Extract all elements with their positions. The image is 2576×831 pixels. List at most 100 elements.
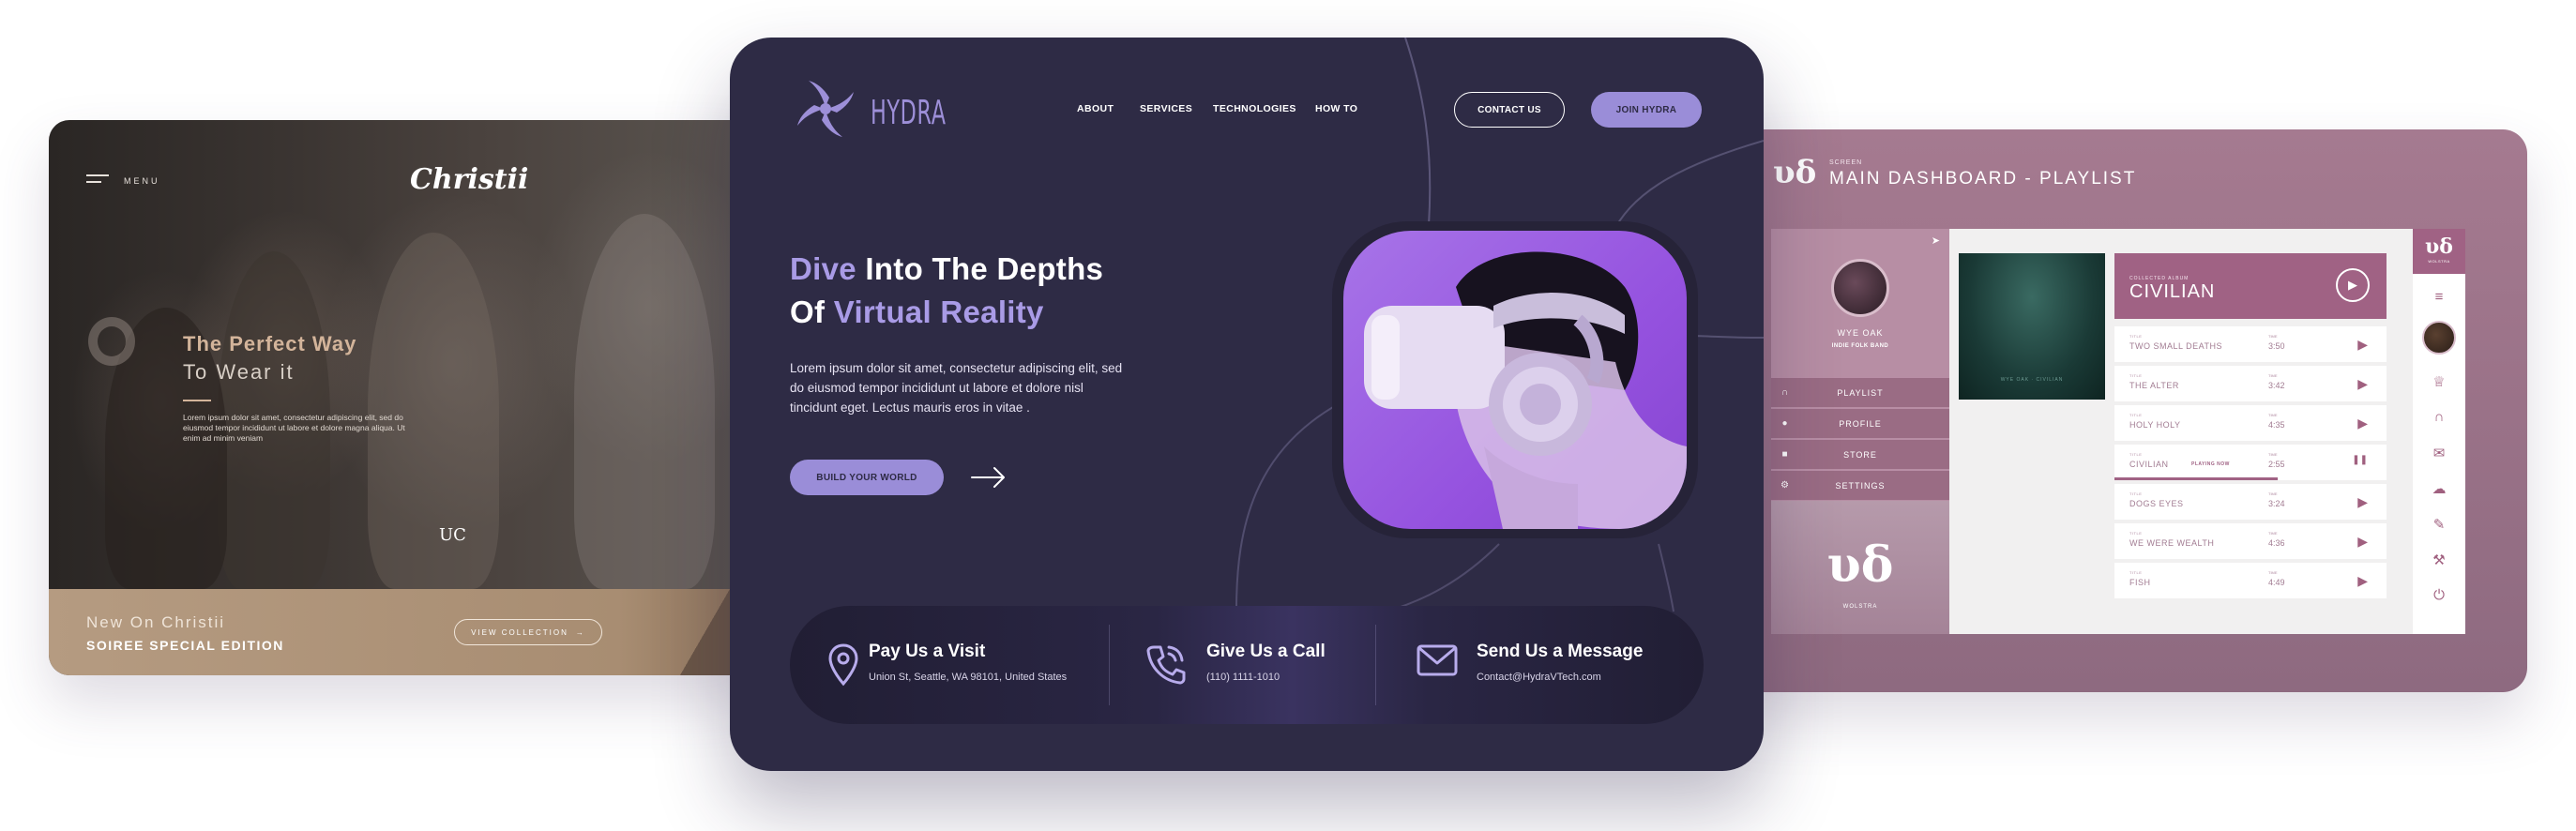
- track-row[interactable]: TITLE TWO SMALL DEATHS TIME 3:50 ▶: [2114, 326, 2387, 362]
- track-title-label: TITLE: [2129, 373, 2143, 378]
- gears-icon: ⚙: [1780, 480, 1790, 491]
- wrench-icon[interactable]: ⚒: [2413, 551, 2465, 568]
- play-circle-icon[interactable]: ▶: [2336, 268, 2370, 302]
- dashboard-preview-card: υδ SCREEN MAIN DASHBOARD - PLAYLIST ➤ WY…: [1726, 129, 2527, 692]
- vr-headset-image: [1343, 231, 1687, 529]
- track-time: 4:36: [2268, 538, 2285, 548]
- sidebar-item-profile[interactable]: ● PROFILE: [1771, 408, 1949, 438]
- play-icon[interactable]: ▶: [2357, 534, 2368, 550]
- power-icon[interactable]: ⏻: [2413, 587, 2465, 603]
- track-progress-bar[interactable]: [2114, 477, 2278, 480]
- sidebar-item-label: PROFILE: [1839, 418, 1882, 429]
- track-row[interactable]: TITLE HOLY HOLY TIME 4:35 ▶: [2114, 405, 2387, 441]
- track-title-label: TITLE: [2129, 334, 2143, 339]
- now-playing-title: CIVILIAN: [2129, 281, 2216, 302]
- menu-label[interactable]: MENU: [124, 176, 160, 186]
- play-icon[interactable]: ▶: [2357, 337, 2368, 353]
- microphone-icon: ●: [1781, 418, 1789, 429]
- nav-about[interactable]: ABOUT: [1077, 103, 1114, 114]
- artist-subtitle: INDIE FOLK BAND: [1831, 343, 1889, 349]
- monogram-logo: UC: [439, 525, 466, 545]
- contact-detail: Contact@HydraVTech.com: [1477, 672, 1601, 683]
- contact-detail: Union St, Seattle, WA 98101, United Stat…: [869, 672, 1068, 683]
- christii-logo[interactable]: Christii: [410, 163, 528, 196]
- hero-title-text: Into The Depths: [856, 251, 1104, 286]
- hamburger-icon[interactable]: ≡: [2413, 289, 2465, 305]
- banner-title: SOIREE SPECIAL EDITION: [86, 638, 284, 653]
- track-row[interactable]: TITLE FISH TIME 4:49 ▶: [2114, 563, 2387, 598]
- artist-avatar[interactable]: [1831, 259, 1889, 317]
- artist-name: WYE OAK: [1837, 328, 1884, 338]
- hero-description: Lorem ipsum dolor sit amet, consectetur …: [183, 413, 405, 443]
- track-time-label: TIME: [2268, 452, 2278, 457]
- contact-message[interactable]: Send Us a Message Contact@HydraVTech.com: [1375, 606, 1704, 724]
- wolstra-logo-icon: υδ: [1773, 154, 1817, 191]
- divider: [183, 400, 211, 401]
- track-row[interactable]: TITLE WE WERE WEALTH TIME 4:36 ▶: [2114, 523, 2387, 559]
- track-time: 2:55: [2268, 460, 2285, 469]
- track-row[interactable]: TITLE THE ALTER TIME 3:42 ▶: [2114, 366, 2387, 401]
- now-playing-header: COLLECTED ALBUM CIVILIAN ▶: [2114, 253, 2387, 319]
- join-hydra-button[interactable]: JOIN HYDRA: [1591, 92, 1702, 128]
- rail-logo[interactable]: υδ WOLSTRA: [2413, 229, 2465, 274]
- track-time-label: TIME: [2268, 413, 2278, 417]
- hamburger-menu-icon[interactable]: [86, 174, 109, 188]
- pause-icon[interactable]: ❚❚: [2352, 455, 2368, 465]
- arrow-right-icon[interactable]: [970, 465, 1008, 490]
- hydra-logo[interactable]: HYDRA: [788, 71, 946, 151]
- track-title: WE WERE WEALTH: [2129, 538, 2215, 548]
- nav-services[interactable]: SERVICES: [1140, 103, 1192, 114]
- view-collection-button[interactable]: VIEW COLLECTION →: [454, 619, 602, 645]
- location-pin-icon: [828, 643, 858, 687]
- user-avatar[interactable]: [2422, 321, 2456, 355]
- arrow-right-icon: →: [575, 627, 585, 637]
- track-row[interactable]: TITLE CIVILIAN PLAYING NOW TIME 2:55 ❚❚: [2114, 445, 2387, 480]
- play-icon[interactable]: ▶: [2357, 494, 2368, 510]
- brand-label: WOLSTRA: [1842, 604, 1878, 610]
- play-icon[interactable]: ▶: [2357, 416, 2368, 431]
- decorative-letter: [88, 317, 135, 366]
- collection-banner: New On Christii SOIREE SPECIAL EDITION V…: [49, 589, 762, 675]
- sidebar-item-settings[interactable]: ⚙ SETTINGS: [1771, 470, 1949, 500]
- album-cover[interactable]: WYE OAK · CIVILIAN: [1959, 253, 2105, 400]
- christii-preview-card: MENU Christii The Perfect Way To Wear it…: [49, 120, 762, 675]
- pin-icon[interactable]: ➤: [1932, 234, 1940, 247]
- contact-title: Pay Us a Visit: [869, 642, 986, 661]
- weather-icon[interactable]: ☁: [2413, 480, 2465, 497]
- headphones-icon[interactable]: ∩: [2413, 409, 2465, 425]
- contact-visit[interactable]: Pay Us a Visit Union St, Seattle, WA 981…: [790, 606, 1109, 724]
- sidebar-item-store[interactable]: ■ STORE: [1771, 439, 1949, 469]
- play-icon[interactable]: ▶: [2357, 573, 2368, 589]
- contact-title: Send Us a Message: [1477, 642, 1644, 661]
- sidebar-item-label: SETTINGS: [1835, 480, 1886, 491]
- hero-title-line-1: The Perfect Way: [183, 332, 357, 355]
- pencil-icon[interactable]: ✎: [2413, 516, 2465, 533]
- trophy-icon[interactable]: ♕: [2413, 373, 2465, 390]
- track-time: 4:49: [2268, 578, 2285, 587]
- rail-brand-sub: WOLSTRA: [2428, 259, 2450, 264]
- track-row[interactable]: TITLE DOGS EYES TIME 3:24 ▶: [2114, 484, 2387, 520]
- play-icon[interactable]: ▶: [2357, 376, 2368, 392]
- sidebar-item-playlist[interactable]: ∩ PLAYLIST: [1771, 377, 1949, 407]
- contact-us-button[interactable]: CONTACT US: [1454, 92, 1565, 128]
- nav-how-to[interactable]: HOW TO: [1315, 103, 1357, 114]
- contact-call[interactable]: Give Us a Call (110) 1111-1010: [1109, 606, 1375, 724]
- brand-name: HYDRA: [871, 94, 947, 132]
- playing-status: PLAYING NOW: [2191, 461, 2230, 467]
- track-title-label: TITLE: [2129, 413, 2143, 417]
- build-your-world-button[interactable]: BUILD YOUR WORLD: [790, 460, 944, 495]
- track-time: 3:50: [2268, 341, 2285, 351]
- track-time-label: TIME: [2268, 570, 2278, 575]
- track-title: CIVILIAN: [2129, 460, 2169, 469]
- track-time: 3:24: [2268, 499, 2285, 508]
- mail-icon[interactable]: ✉: [2413, 445, 2465, 461]
- hero-title-line-2: Of Virtual Reality: [790, 295, 1044, 330]
- vr-person-illustration: [1364, 251, 1687, 529]
- track-title-label: TITLE: [2129, 531, 2143, 536]
- track-time-label: TIME: [2268, 373, 2278, 378]
- track-title: THE ALTER: [2129, 381, 2179, 390]
- hero-description: Lorem ipsum dolor sit amet, consectetur …: [790, 361, 1123, 415]
- nav-technologies[interactable]: TECHNOLOGIES: [1213, 103, 1296, 114]
- model-figure: [368, 233, 499, 589]
- envelope-icon: [1417, 644, 1458, 676]
